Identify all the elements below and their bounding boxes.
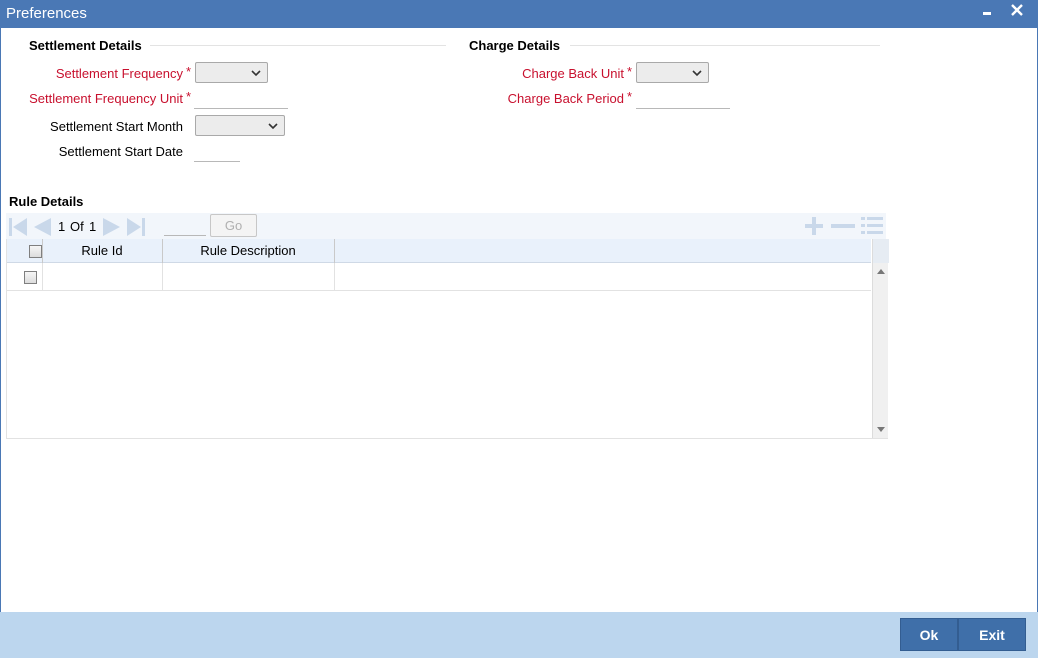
scrollbar-header-cap: [873, 239, 889, 263]
settlement-start-date-label: Settlement Start Date: [58, 144, 183, 159]
column-divider: [334, 263, 335, 291]
settlement-frequency-label: Settlement Frequency: [55, 66, 183, 81]
page-number-input[interactable]: [164, 218, 206, 236]
scroll-up-icon[interactable]: [877, 269, 885, 274]
footer-bar: Ok Exit: [0, 612, 1038, 658]
settlement-start-month-label: Settlement Start Month: [50, 119, 183, 134]
delete-row-icon[interactable]: [830, 216, 856, 236]
column-divider: [42, 263, 43, 291]
pager-of-label: Of: [70, 219, 84, 234]
pager-current: 1: [58, 219, 66, 234]
settlement-start-date-field[interactable]: [194, 142, 240, 162]
charge-back-period-field[interactable]: [636, 89, 730, 109]
settlement-frequency-unit-label: Settlement Frequency Unit: [29, 91, 183, 106]
settlement-frequency-unit-field[interactable]: [194, 89, 288, 109]
charge-details-divider: [570, 45, 880, 46]
ok-button[interactable]: Ok: [900, 618, 958, 651]
column-divider: [334, 239, 335, 263]
required-marker: *: [186, 89, 192, 104]
settlement-frequency-select[interactable]: [195, 62, 268, 83]
single-view-icon[interactable]: [860, 216, 884, 236]
window-titlebar: Preferences: [0, 0, 1038, 28]
settlement-details-heading: Settlement Details: [29, 38, 142, 53]
chevron-down-icon: [692, 70, 702, 77]
window-title: Preferences: [6, 5, 87, 22]
chevron-down-icon: [268, 123, 278, 130]
chevron-down-icon: [251, 70, 261, 77]
next-page-icon[interactable]: [102, 217, 122, 237]
scroll-down-icon[interactable]: [877, 427, 885, 432]
last-page-icon[interactable]: [126, 217, 146, 237]
column-header-rule-description[interactable]: Rule Description: [162, 243, 334, 258]
settlement-start-month-select[interactable]: [195, 115, 285, 136]
exit-button[interactable]: Exit: [958, 618, 1026, 651]
grid-scrollbar[interactable]: [872, 239, 889, 438]
table-row[interactable]: [7, 263, 871, 291]
close-icon[interactable]: [1007, 2, 1027, 24]
go-button[interactable]: Go: [210, 214, 257, 237]
previous-page-icon[interactable]: [32, 217, 52, 237]
rule-details-heading: Rule Details: [9, 194, 84, 209]
rule-pager: 1 Of 1 Go: [6, 213, 886, 239]
charge-back-period-label: Charge Back Period: [507, 91, 624, 106]
add-row-icon[interactable]: [803, 216, 825, 236]
charge-back-unit-select[interactable]: [636, 62, 709, 83]
column-header-rule-id[interactable]: Rule Id: [42, 243, 162, 258]
required-marker: *: [627, 64, 633, 79]
row-checkbox[interactable]: [24, 271, 37, 284]
rule-details-grid: Rule Id Rule Description: [6, 239, 889, 439]
window-frame-left: [0, 28, 1, 612]
column-divider: [162, 263, 163, 291]
minimize-icon[interactable]: [977, 3, 997, 25]
required-marker: *: [186, 64, 192, 79]
grid-header: Rule Id Rule Description: [7, 239, 871, 263]
first-page-icon[interactable]: [8, 217, 28, 237]
charge-back-unit-label: Charge Back Unit: [522, 66, 624, 81]
settlement-details-divider: [150, 45, 446, 46]
pager-total: 1: [89, 219, 97, 234]
charge-details-heading: Charge Details: [469, 38, 561, 53]
required-marker: *: [627, 89, 633, 104]
select-all-checkbox[interactable]: [29, 245, 42, 258]
